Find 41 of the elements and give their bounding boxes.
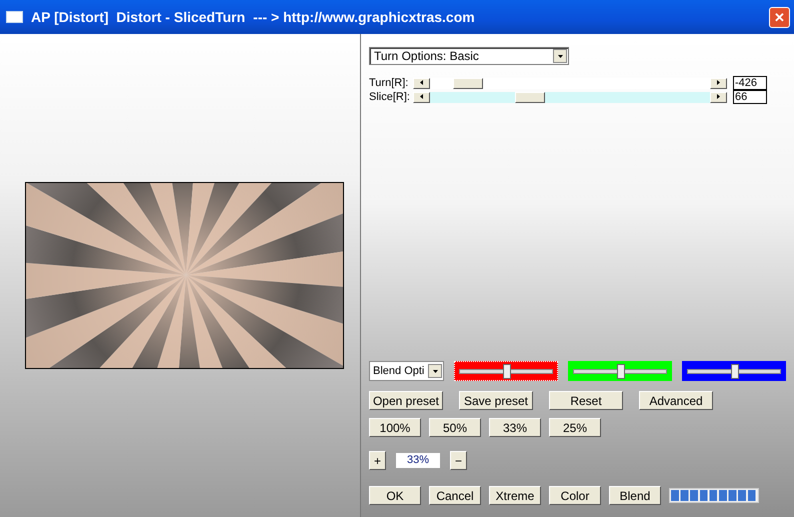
action-button[interactable]: Cancel (429, 486, 481, 505)
zoom-out-button[interactable]: − (450, 451, 467, 470)
action-button[interactable]: OK (369, 486, 421, 505)
dropdown-arrow-icon (558, 54, 562, 58)
blend-options-dropdown[interactable]: Blend Opti (369, 361, 444, 381)
left-arrow-icon (419, 80, 424, 84)
right-arrow-icon (716, 80, 721, 84)
dropdown-arrow-icon (432, 368, 438, 374)
scroll-left-button[interactable] (413, 92, 430, 102)
scroll-right-button[interactable] (710, 92, 727, 102)
window-icon (6, 11, 23, 23)
slider-label: Slice[R]: (369, 91, 411, 103)
left-arrow-icon (419, 94, 424, 98)
scroll-left-button[interactable] (413, 78, 430, 88)
slider-thumb[interactable] (503, 364, 511, 378)
zoom-button[interactable]: 25% (549, 418, 601, 437)
preset-button[interactable]: Reset (549, 391, 623, 410)
slider-value-field[interactable]: -426 (733, 76, 767, 90)
slider-label: Turn[R]: (369, 77, 410, 89)
action-button[interactable]: Color (549, 486, 601, 505)
preset-button[interactable]: Save preset (459, 391, 533, 410)
scroll-right-button[interactable] (710, 78, 727, 88)
close-button[interactable]: ✕ (769, 6, 790, 28)
right-arrow-icon (716, 94, 721, 98)
slider-value-field[interactable]: 66 (733, 90, 767, 104)
preset-button[interactable]: Advanced (639, 391, 713, 410)
zoom-button[interactable]: 100% (369, 418, 421, 437)
channel-slider[interactable] (454, 361, 558, 381)
zoom-button[interactable]: 33% (489, 418, 541, 437)
options-dropdown[interactable]: Turn Options: Basic (369, 47, 569, 65)
channel-slider[interactable] (682, 361, 786, 381)
preset-button[interactable]: Open preset (369, 391, 443, 410)
slider-thumb[interactable] (731, 364, 739, 378)
action-button[interactable]: Xtreme (489, 486, 541, 505)
slider-thumb[interactable] (617, 364, 625, 378)
window-title: AP [Distort] Distort - SlicedTurn (31, 9, 246, 25)
action-button[interactable]: Blend (609, 486, 661, 505)
zoom-value: 33% (396, 453, 440, 468)
zoom-in-button[interactable]: + (369, 451, 386, 470)
channel-slider[interactable] (568, 361, 672, 381)
zoom-button[interactable]: 50% (429, 418, 481, 437)
